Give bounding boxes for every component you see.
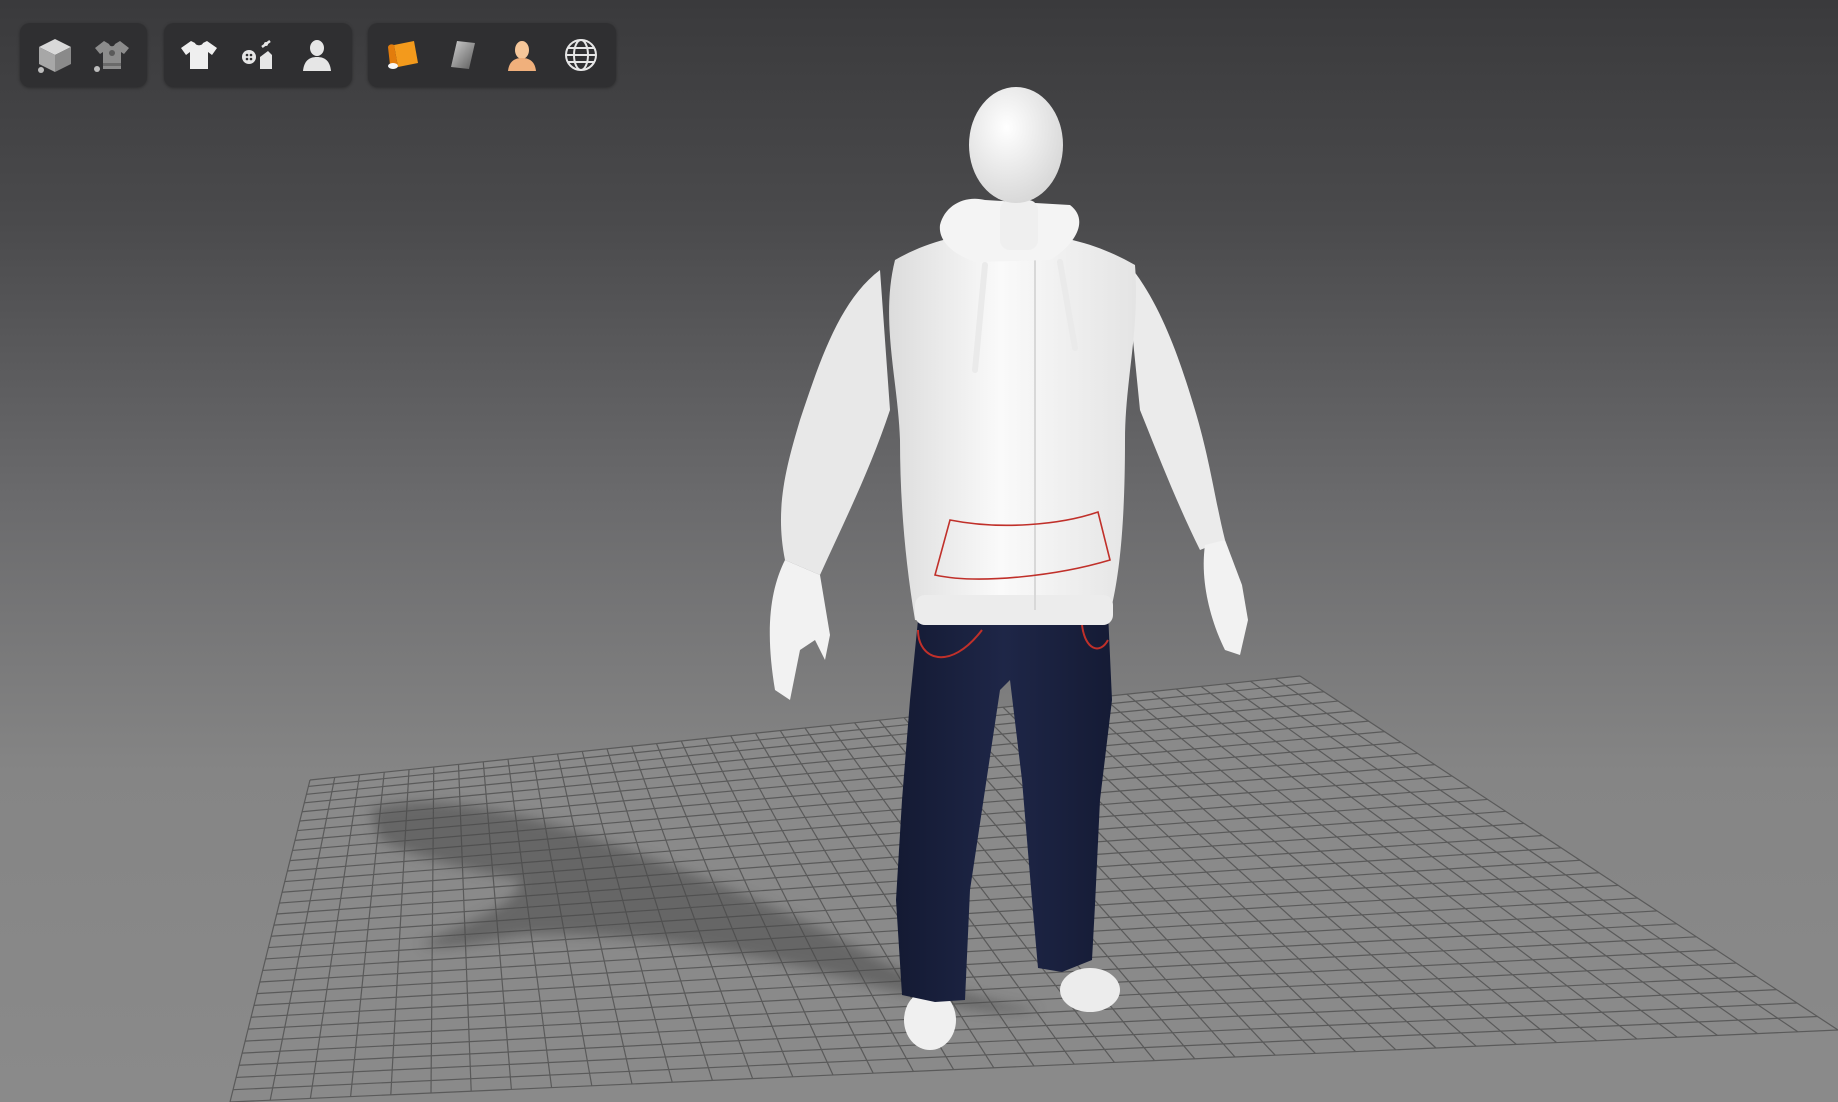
fabric-roll-icon[interactable] xyxy=(378,29,429,81)
neck xyxy=(1000,200,1038,250)
hoodie-hem xyxy=(915,595,1113,625)
left-arm-sleeve xyxy=(780,270,890,575)
right-foot xyxy=(1060,968,1120,1012)
tshirt-icon[interactable] xyxy=(174,29,225,81)
toolbar-group-rendering xyxy=(368,23,616,87)
3d-viewport[interactable] xyxy=(0,0,1838,1102)
right-hand xyxy=(1203,540,1248,655)
material-swatch-icon[interactable] xyxy=(437,29,488,81)
avatar-skin-icon[interactable] xyxy=(496,29,547,81)
toolbar-group-visibility xyxy=(164,23,352,87)
scene-canvas xyxy=(229,87,1838,1102)
left-hand xyxy=(769,560,830,700)
globe-icon[interactable] xyxy=(555,29,606,81)
toolbar-group-display-modes xyxy=(20,23,147,87)
avatar-icon[interactable] xyxy=(291,29,342,81)
buttons-trims-icon[interactable] xyxy=(233,29,284,81)
garment-texture-icon[interactable] xyxy=(88,29,138,81)
right-arm-sleeve xyxy=(1125,260,1225,550)
avatar-head xyxy=(969,87,1063,203)
cube-icon[interactable] xyxy=(30,29,80,81)
